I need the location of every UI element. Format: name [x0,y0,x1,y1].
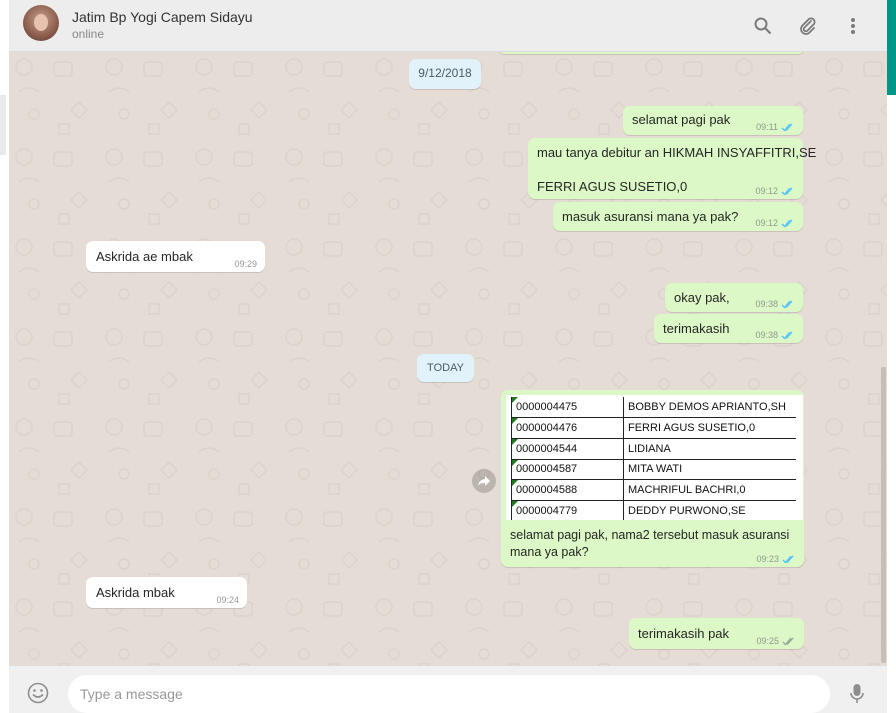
search-icon[interactable] [750,13,776,39]
message-text-line: mau tanya debitur an HIKMAH INSYAFFITRI,… [537,145,817,160]
message-meta: 09:38 [755,330,795,340]
right-panel-edge [887,0,896,713]
message-text-line: FERRI AGUS SUSETIO,0 [537,179,688,194]
message-time: 09:24 [216,595,239,605]
account-number-cell: 0000004476 [511,417,624,439]
message-meta: 09:25 [756,636,796,646]
read-ticks-icon [781,219,793,227]
message-bubble-partial[interactable] [499,52,804,54]
contact-status: online [72,27,105,41]
read-ticks-icon [782,555,794,563]
message-text: masuk asuransi mana ya pak? [562,209,739,224]
forward-icon[interactable] [472,469,496,493]
left-panel-edge [0,0,9,713]
spreadsheet-image: 0000004475 BOBBY DEMOS APRIANTO,SH 00000… [511,397,796,520]
message-meta: 09:12 [755,218,795,228]
message-text: selamat pagi pak [632,112,731,127]
message-meta: 09:23 [756,554,796,564]
account-number-cell: 0000004587 [511,459,624,481]
message-bubble[interactable]: Askrida ae mbak 09:29 [86,241,265,272]
read-ticks-icon [781,300,793,308]
message-meta: 09:12 [755,186,795,196]
chat-panel[interactable]: 9/12/2018 selamat pagi pak 09:11 mau tan… [9,52,887,666]
message-meta: 09:38 [755,299,795,309]
contact-name[interactable]: Jatim Bp Yogi Capem Sidayu [72,9,253,25]
table-row: 0000004588 MACHRIFUL BACHRI,0 [511,479,796,501]
message-meta: 09:29 [234,259,257,269]
message-bubble[interactable]: terimakasih 09:38 [654,314,803,343]
date-divider: 9/12/2018 [409,59,481,89]
image-message-bubble[interactable]: 0000004475 BOBBY DEMOS APRIANTO,SH 00000… [501,390,804,567]
accent-bar [887,0,896,95]
table-row: 0000004476 FERRI AGUS SUSETIO,0 [511,417,796,439]
debtor-name-cell: MACHRIFUL BACHRI,0 [623,479,796,501]
debtor-name-cell: FERRI AGUS SUSETIO,0 [623,417,796,439]
table-row: 0000004475 BOBBY DEMOS APRIANTO,SH [511,397,796,419]
message-bubble[interactable]: okay pak, 09:38 [665,283,803,312]
message-time: 09:12 [755,218,778,228]
left-panel-marker [0,95,6,155]
attach-icon[interactable] [795,13,821,39]
image-attachment[interactable]: 0000004475 BOBBY DEMOS APRIANTO,SH 00000… [506,395,803,520]
message-bubble[interactable]: mau tanya debitur an HIKMAH INSYAFFITRI,… [528,138,816,199]
message-meta: 09:11 [756,122,795,132]
message-text: okay pak, [674,290,730,305]
message-time: 09:29 [234,259,257,269]
account-number-cell: 0000004588 [511,479,624,501]
microphone-icon[interactable] [849,683,865,710]
read-ticks-icon [781,187,793,195]
emoji-icon[interactable] [27,682,49,709]
debtor-name-cell: LIDIANA [623,438,796,460]
debtor-name-cell: MITA WATI [623,459,796,481]
message-time: 09:23 [756,554,779,564]
message-bubble[interactable]: selamat pagi pak 09:11 [623,106,803,135]
table-row: 0000004544 LIDIANA [511,438,796,460]
image-caption-line: selamat pagi pak, nama2 tersebut masuk a… [510,528,790,542]
scrollbar-thumb[interactable] [881,367,886,663]
date-divider-today: TODAY [417,354,474,382]
debtor-name-cell: DEDDY PURWONO,SE [623,500,796,520]
image-caption-line: mana ya pak? [510,545,589,559]
avatar[interactable] [23,5,59,41]
message-time: 09:25 [756,636,779,646]
chat-header: Jatim Bp Yogi Capem Sidayu online [9,0,887,52]
menu-icon[interactable] [840,13,866,39]
message-meta: 09:24 [216,595,239,605]
message-bubble[interactable]: Askrida mbak 09:24 [86,577,247,608]
message-time: 09:38 [755,330,778,340]
account-number-cell: 0000004544 [511,438,624,460]
message-input-box[interactable] [68,675,830,713]
message-time: 09:12 [755,186,778,196]
account-number-cell: 0000004779 [511,500,624,520]
account-number-cell: 0000004475 [511,397,624,419]
message-text: Askrida mbak [96,585,175,600]
read-ticks-icon [781,331,793,339]
read-ticks-icon [781,123,793,131]
debtor-name-cell: BOBBY DEMOS APRIANTO,SH [623,397,796,419]
message-time: 09:11 [756,122,778,132]
message-input[interactable] [80,684,810,704]
read-ticks-icon [782,637,794,645]
message-text: Askrida ae mbak [96,249,193,264]
message-time: 09:38 [755,299,778,309]
table-row: 0000004779 DEDDY PURWONO,SE [511,500,796,520]
composer-bar [9,666,887,713]
avatar-face [34,14,48,31]
message-bubble[interactable]: masuk asuransi mana ya pak? 09:12 [553,202,803,231]
message-bubble[interactable]: terimakasih pak 09:25 [629,618,804,649]
message-text: terimakasih [663,321,730,336]
table-row: 0000004587 MITA WATI [511,459,796,481]
message-text: terimakasih pak [638,626,730,641]
